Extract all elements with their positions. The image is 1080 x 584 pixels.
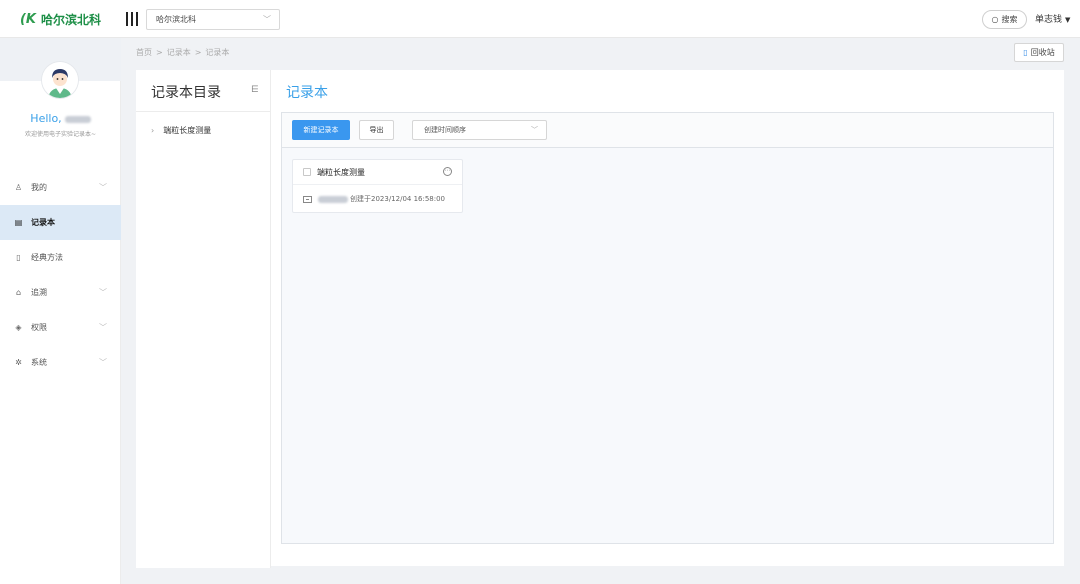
chevron-down-icon: ﹀ [99, 183, 107, 192]
redacted-username [64, 115, 91, 123]
redacted-creator [318, 195, 348, 203]
sidebar-item-label: 系统 [31, 358, 47, 367]
divider [136, 111, 271, 112]
breadcrumb-notebook[interactable]: 记录本 [167, 48, 191, 57]
search-button[interactable]: ○ 搜索 [982, 10, 1027, 29]
greeting-text: Hello, [30, 112, 62, 125]
greeting: Hello, [0, 112, 121, 125]
chevron-down-icon: ﹀ [99, 358, 107, 367]
sidebar-item-notebook[interactable]: ▤ 记录本 [0, 205, 121, 240]
book-icon: ▯ [16, 253, 21, 262]
directory-title: 记录本目录 [151, 85, 221, 101]
breadcrumb-current: 记录本 [205, 48, 230, 57]
sidebar-item-label: 追溯 [31, 288, 47, 297]
more-options-icon[interactable]: ⋯ [443, 167, 452, 176]
notebook-card-header: 端粒长度测量 ⋯ [293, 160, 462, 185]
breadcrumb-separator: > [194, 48, 202, 57]
toolbar: 新建记录本 导出 创建时间顺序 ﹀ [282, 113, 1053, 148]
top-bar: (K 哈尔滨北科 哈尔滨北科 ﹀ ○ 搜索 单志钱 ▼ [0, 0, 1080, 38]
trace-icon: ⌂ [15, 288, 22, 297]
sidebar-item-mine[interactable]: ♙ 我的 ﹀ [0, 170, 121, 205]
notebook-icon: ▤ [14, 218, 23, 227]
gear-icon: ✲ [15, 358, 22, 367]
notebook-directory-panel: 记录本目录 ⋿ › 端粒长度测量 [136, 70, 271, 568]
user-menu[interactable]: 单志钱 ▼ [1035, 12, 1070, 25]
trash-icon: ▯ [1023, 48, 1028, 57]
page-title: 记录本 [286, 85, 328, 101]
export-button[interactable]: 导出 [359, 120, 394, 140]
notebook-list-area: 新建记录本 导出 创建时间顺序 ﹀ 端粒长度测量 ⋯ 创建于2023/12/04… [281, 112, 1054, 544]
brand-logo[interactable]: (K 哈尔滨北科 [0, 0, 121, 38]
tree-item-label: 端粒长度测量 [163, 126, 212, 135]
organization-select[interactable]: 哈尔滨北科 ﹀ [146, 9, 280, 30]
chevron-right-icon: › [151, 126, 155, 135]
card-id-icon [303, 195, 312, 203]
directory-tree-item[interactable]: › 端粒长度测量 [151, 125, 211, 136]
brand-mark: (K [19, 11, 36, 27]
sidebar-item-system[interactable]: ✲ 系统 ﹀ [0, 345, 121, 380]
shield-icon: ◈ [15, 323, 22, 332]
menu-toggle-icon[interactable] [126, 12, 138, 26]
sidebar-item-classic-methods[interactable]: ▯ 经典方法 [0, 240, 121, 275]
chevron-down-icon: ﹀ [99, 323, 107, 332]
user-icon: ♙ [14, 183, 23, 192]
avatar[interactable] [42, 62, 78, 98]
sidebar: Hello, 欢迎使用电子实验记录本~ ♙ 我的 ﹀ ▤ 记录本 ▯ 经典方法 … [0, 38, 121, 584]
breadcrumb: 首页 > 记录本 > 记录本 [136, 47, 229, 58]
organization-select-value: 哈尔滨北科 [156, 15, 196, 24]
notebook-title[interactable]: 端粒长度测量 [317, 167, 365, 178]
sidebar-item-permissions[interactable]: ◈ 权限 ﹀ [0, 310, 121, 345]
sort-order-value: 创建时间顺序 [424, 126, 466, 134]
notebook-card[interactable]: 端粒长度测量 ⋯ 创建于2023/12/04 16:58:00 [292, 159, 463, 213]
breadcrumb-home[interactable]: 首页 [136, 48, 152, 57]
sidebar-item-label: 权限 [31, 323, 47, 332]
search-icon: ○ [991, 15, 999, 24]
sidebar-item-label: 记录本 [31, 218, 55, 227]
user-name: 单志钱 [1035, 15, 1063, 25]
notebook-meta: 创建于2023/12/04 16:58:00 [303, 194, 445, 204]
notebook-checkbox[interactable] [303, 168, 311, 176]
main-panel: 记录本 新建记录本 导出 创建时间顺序 ﹀ 端粒长度测量 ⋯ 创建于2023/1… [271, 70, 1064, 566]
sidebar-item-label: 经典方法 [31, 253, 63, 262]
sidebar-item-label: 我的 [31, 183, 47, 192]
notebook-created-time: 创建于2023/12/04 16:58:00 [350, 195, 446, 203]
caret-down-icon: ▼ [1065, 16, 1071, 24]
new-notebook-button[interactable]: 新建记录本 [292, 120, 350, 140]
chevron-down-icon: ﹀ [263, 15, 271, 24]
collapse-icon[interactable]: ⋿ [251, 85, 259, 95]
recycle-bin-label: 回收站 [1030, 48, 1055, 57]
breadcrumb-separator: > [156, 48, 163, 57]
recycle-bin-button[interactable]: ▯ 回收站 [1014, 43, 1064, 62]
chevron-down-icon: ﹀ [531, 126, 538, 134]
welcome-text: 欢迎使用电子实验记录本~ [24, 131, 97, 138]
sort-order-select[interactable]: 创建时间顺序 ﹀ [412, 120, 547, 140]
chevron-down-icon: ﹀ [99, 288, 107, 297]
sidebar-item-trace[interactable]: ⌂ 追溯 ﹀ [0, 275, 121, 310]
brand-name: 哈尔滨北科 [41, 12, 102, 27]
search-label: 搜索 [1001, 15, 1018, 24]
